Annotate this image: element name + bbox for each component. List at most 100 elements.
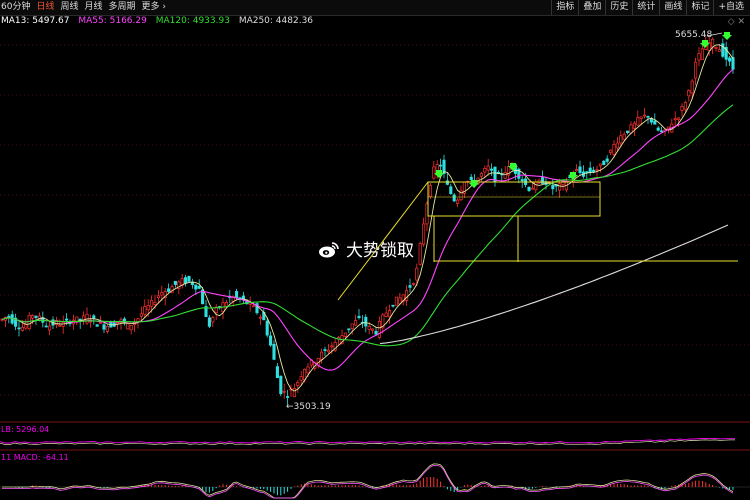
candle-body-17 (58, 324, 62, 327)
candle-body-200 (680, 106, 684, 111)
candle-body-153 (520, 179, 524, 182)
candle-body-61 (207, 317, 211, 327)
candle-body-198 (673, 118, 677, 121)
candle-body-192 (653, 120, 657, 125)
candle-body-104 (354, 320, 358, 326)
candle-body-51 (173, 280, 177, 285)
candle-body-102 (347, 328, 351, 331)
watermark: 大势锁取 (318, 236, 414, 261)
candle-body-194 (660, 130, 664, 133)
ma13-line (1, 44, 734, 392)
candle-body-164 (558, 183, 562, 191)
candle-body-210 (714, 47, 718, 49)
candle-body-156 (530, 187, 534, 190)
candle-body-34 (116, 322, 120, 325)
candle-body-184 (626, 130, 630, 134)
candle-body-47 (160, 292, 164, 296)
candle-body-205 (697, 53, 701, 61)
candle-body-143 (486, 165, 490, 171)
ma120-line (1, 104, 734, 347)
candle-body-178 (605, 158, 609, 162)
candle-body-97 (330, 345, 334, 348)
candle-body-81 (275, 366, 279, 379)
candle-body-170 (578, 166, 582, 174)
candle-body-204 (694, 61, 698, 79)
watermark-text: 大势锁取 (346, 241, 414, 261)
candle-body-127 (432, 166, 436, 179)
candle-body-95 (323, 349, 327, 351)
candle-body-133 (452, 194, 456, 202)
candle-body-188 (639, 116, 643, 119)
candle-body-42 (143, 306, 147, 315)
candle-body-187 (636, 117, 640, 126)
candle-body-96 (326, 349, 330, 353)
ma250-line (379, 224, 729, 345)
candle-body-37 (126, 322, 130, 330)
candle-body-27 (92, 315, 96, 319)
candle-body-179 (609, 149, 613, 153)
lb-legend: LB: 5296.04 (1, 425, 49, 434)
candle-body-126 (428, 185, 432, 197)
candle-body-13 (44, 325, 48, 328)
macd-dea-line (2, 464, 734, 499)
candle-body-175 (595, 169, 599, 171)
weibo-icon (319, 242, 339, 258)
candle-body-199 (677, 117, 681, 120)
candle-body-180 (612, 144, 616, 155)
candle-body-182 (619, 135, 623, 144)
candle-body-144 (490, 168, 494, 171)
candle-body-132 (449, 186, 453, 195)
candle-body-122 (415, 267, 419, 281)
candle-body-40 (136, 318, 140, 322)
signal-arrow-5 (722, 32, 732, 40)
candle-body-55 (187, 275, 191, 282)
candle-body-173 (588, 167, 592, 173)
candle-body-131 (445, 180, 449, 185)
candle-body-45 (153, 302, 157, 305)
candle-body-79 (269, 335, 273, 346)
candle-body-101 (343, 332, 347, 337)
candle-body-124 (422, 223, 426, 245)
candle-body-148 (503, 172, 507, 179)
candle-body-105 (357, 315, 361, 319)
candle-body-54 (184, 277, 188, 284)
candle-body-9 (31, 315, 35, 319)
candle-body-29 (99, 321, 103, 324)
candle-body-90 (306, 366, 310, 374)
candle-body-46 (156, 295, 160, 299)
candle-body-157 (534, 181, 538, 191)
candle-body-2 (7, 315, 11, 318)
candle-body-202 (687, 90, 691, 97)
candle-body-174 (592, 169, 596, 173)
candle-body-38 (129, 325, 133, 331)
signal-arrow-3 (568, 172, 578, 180)
macd-prefix: 11 (1, 453, 12, 462)
candle-body-123 (418, 243, 422, 265)
candle-body-41 (139, 313, 143, 317)
candle-body-86 (292, 388, 296, 398)
candle-body-7 (24, 323, 28, 329)
candle-body-189 (643, 114, 647, 117)
candle-body-193 (656, 127, 660, 131)
high-price-label: 5655.48 (675, 30, 713, 40)
candle-body-82 (279, 375, 283, 395)
candle-body-185 (629, 124, 633, 134)
candle-body-6 (20, 327, 24, 331)
candle-body-215 (731, 57, 735, 70)
candle-body-206 (700, 48, 704, 60)
candle-body-176 (598, 163, 602, 167)
candle-body-119 (405, 290, 409, 301)
candle-body-107 (364, 316, 368, 327)
candle-body-57 (194, 284, 198, 290)
candle-body-103 (350, 323, 354, 329)
candle-body-43 (146, 304, 150, 311)
candle-body-159 (541, 176, 545, 184)
candle-body-190 (646, 116, 650, 118)
candle-body-49 (167, 288, 171, 292)
candle-body-141 (479, 173, 483, 177)
candle-body-84 (286, 396, 290, 398)
candle-body-74 (252, 305, 256, 308)
candle-body-110 (374, 330, 378, 335)
candle-body-120 (408, 285, 412, 288)
candle-body-88 (299, 376, 303, 381)
